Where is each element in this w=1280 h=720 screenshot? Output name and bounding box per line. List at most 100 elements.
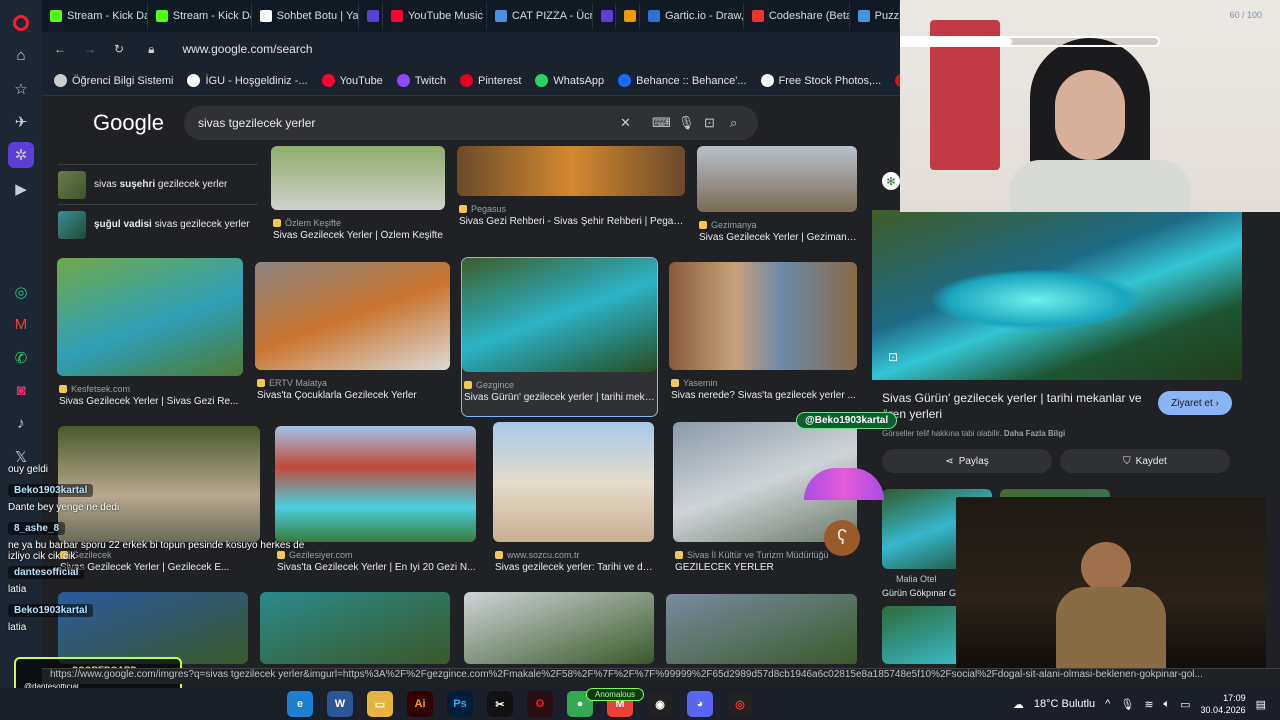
result-title[interactable]: Sivas'ta Gezilecek Yerler | En İyi 20 Ge…	[277, 562, 476, 573]
chevron-up-icon[interactable]: ^	[1105, 698, 1110, 710]
battery-icon[interactable]: ▭	[1180, 698, 1190, 711]
google-logo[interactable]: Google	[93, 110, 164, 136]
result-title[interactable]: Sivas Gürün' gezilecek yerler | tarihi m…	[464, 392, 657, 403]
search-icon[interactable]: ⌕	[730, 115, 737, 131]
search-query[interactable]: sivas tgezilecek yerler	[198, 116, 315, 130]
result-title[interactable]: Sivas Gezilecek Yerler | Sivas Gezi Re..…	[59, 396, 243, 407]
whatsapp-icon[interactable]: ✆	[0, 341, 42, 374]
url-field[interactable]: www.google.com/search	[182, 42, 312, 56]
share-button[interactable]: ⋖ Paylaş	[882, 449, 1052, 473]
notification-icon[interactable]: ▤	[1256, 698, 1266, 711]
capcut-icon[interactable]: ✂	[487, 691, 513, 717]
result-thumbnail[interactable]	[271, 146, 445, 210]
edge-icon[interactable]: e	[287, 691, 313, 717]
related-title[interactable]: Gürün Gökpınar Gö	[882, 588, 961, 598]
player-icon[interactable]: ▶	[0, 172, 42, 205]
result-thumbnail[interactable]	[457, 146, 685, 196]
image-result[interactable]: Yasemin Sivas nerede? Sivas'ta gezilecek …	[669, 262, 857, 414]
tab[interactable]: Gartic.io - Draw, G	[640, 3, 744, 29]
result-title[interactable]: Sivas gezilecek yerler: Tarihi ve do...	[495, 562, 654, 573]
opera-taskbar-icon[interactable]: O	[527, 691, 553, 717]
bookmark-item[interactable]: Behance :: Behance'...	[618, 74, 747, 87]
gmail-icon[interactable]: M	[0, 308, 42, 341]
flow-icon[interactable]: ✈	[0, 105, 42, 138]
wifi-icon[interactable]: ≋	[1144, 698, 1153, 711]
search-box[interactable]: sivas tgezilecek yerler ✕ ⌨ 🎙︎ ⊡ ⌕	[184, 106, 758, 140]
bookmarks-icon[interactable]: ☆	[0, 72, 42, 105]
related-search-2[interactable]: şuğul vadisi sivas gezilecek yerler	[58, 204, 258, 244]
discord-icon[interactable]: ◕	[687, 691, 713, 717]
related-search-1[interactable]: sivas suşehri gezilecek yerler	[58, 164, 258, 204]
image-result[interactable]: Özlem Keşifte Sivas Gezilecek Yerler | Öz…	[271, 146, 445, 254]
tab[interactable]	[359, 3, 383, 29]
result-title[interactable]: Sivas Gezi Rehberi - Sivas Şehir Rehberi…	[459, 216, 685, 227]
keyboard-icon[interactable]: ⌨	[652, 115, 671, 131]
clear-icon[interactable]: ✕	[620, 115, 631, 131]
image-result[interactable]: Kesfetsek.com Sivas Gezilecek Yerler | Si…	[57, 258, 243, 420]
word-icon[interactable]: W	[327, 691, 353, 717]
weather-icon[interactable]: ☁	[1013, 698, 1024, 711]
tiktok-icon[interactable]: ♪	[0, 407, 42, 440]
tab[interactable]: Stream - Kick Dash	[42, 3, 148, 29]
illustrator-icon[interactable]: Ai	[407, 691, 433, 717]
home-icon[interactable]: ⌂	[0, 39, 42, 72]
result-thumbnail[interactable]	[275, 426, 476, 542]
image-result[interactable]: ERTV Malatya Sivas'ta Çocuklarla Gezilece…	[255, 262, 450, 414]
result-title[interactable]: Sivas Gezilecek Yerler | Gezilecek E...	[60, 562, 260, 573]
extension-icon[interactable]: ✲	[8, 142, 34, 168]
preview-image[interactable]	[872, 210, 1242, 380]
lens-icon[interactable]: ⊡	[704, 115, 715, 131]
photoshop-icon[interactable]: Ps	[447, 691, 473, 717]
bookmark-item[interactable]: Öğrenci Bilgi Sistemi	[54, 74, 173, 87]
result-thumbnail[interactable]	[493, 422, 654, 542]
tab[interactable]: CAT PIZZA - Ücrets	[487, 3, 593, 29]
result-title[interactable]: Sivas Gezilecek Yerler | Özlem Keşifte	[273, 230, 445, 241]
bookmark-item[interactable]: İGU - Hoşgeldiniz -...	[187, 74, 308, 87]
image-result[interactable]: Sivas İl Kültür ve Turizm Müdürlüğü GEZİL…	[673, 422, 857, 586]
tab[interactable]: YouTube Music	[383, 3, 487, 29]
bookmark-item[interactable]: Pinterest	[460, 74, 521, 87]
reload-icon[interactable]: ↻	[114, 42, 124, 56]
result-thumbnail[interactable]	[255, 262, 450, 370]
result-thumbnail[interactable]	[462, 258, 657, 372]
image-result[interactable]	[464, 592, 654, 664]
obs-icon[interactable]: ◉	[647, 691, 673, 717]
tab[interactable]: Codeshare (Beta)	[744, 3, 850, 29]
volume-icon[interactable]: 🔈︎	[1164, 698, 1171, 711]
tab[interactable]: Sohbet Botu | Yayı	[252, 3, 360, 29]
image-result[interactable]: Gezgince Sivas Gürün' gezilecek yerler | …	[461, 257, 658, 417]
mic-icon[interactable]: 🎙︎	[678, 115, 695, 131]
lens-search-icon[interactable]: ⊡	[888, 350, 898, 364]
bookmark-item[interactable]: YouTube	[321, 74, 383, 87]
image-result[interactable]: Pegasus Sivas Gezi Rehberi - Sivas Şehir …	[457, 146, 685, 240]
mic-tray-icon[interactable]: 🎙︎	[1120, 698, 1134, 711]
back-icon[interactable]: ←	[54, 42, 66, 56]
chatgpt-icon[interactable]: ◎	[0, 275, 42, 308]
bookmark-item[interactable]: Twitch	[396, 74, 446, 87]
bookmark-item[interactable]: Free Stock Photos,...	[760, 74, 881, 87]
recorder-icon[interactable]: ◎	[727, 691, 753, 717]
result-title[interactable]: GEZİLECEK YERLER	[675, 562, 857, 573]
result-title[interactable]: Sivas'ta Çocuklarla Gezilecek Yerler	[257, 390, 450, 401]
result-title[interactable]: Sivas Gezilecek Yerler | Gezimanya	[699, 232, 857, 243]
clock[interactable]: 17:09 30.04.2026	[1201, 692, 1246, 716]
tab[interactable]	[616, 3, 640, 29]
result-thumbnail[interactable]	[697, 146, 857, 212]
image-result[interactable]: www.sozcu.com.tr Sivas gezilecek yerler: …	[493, 422, 654, 586]
preview-title[interactable]: Sivas Gürün' gezilecek yerler | tarihi m…	[882, 390, 1162, 422]
file-explorer-icon[interactable]: ▭	[367, 691, 393, 717]
save-button[interactable]: ⛉ Kaydet	[1060, 449, 1230, 473]
image-result[interactable]	[666, 594, 857, 664]
result-title[interactable]: Sivas nerede? Sivas'ta gezilecek yerler …	[671, 390, 857, 401]
tab[interactable]: Stream - Kick Dash	[148, 3, 252, 29]
result-thumbnail[interactable]	[57, 258, 243, 376]
opera-logo-icon[interactable]	[0, 6, 42, 39]
tab[interactable]: Puzz	[850, 3, 901, 29]
bookmark-item[interactable]: WhatsApp	[535, 74, 604, 87]
result-thumbnail[interactable]	[669, 262, 857, 370]
tab[interactable]	[593, 3, 617, 29]
instagram-icon[interactable]: ◙	[0, 374, 42, 407]
forward-icon[interactable]: →	[84, 42, 96, 56]
image-result[interactable]: Gezimanya Sivas Gezilecek Yerler | Gezima…	[697, 146, 857, 256]
license-link[interactable]: Daha Fazla Bilgi	[1004, 429, 1065, 438]
